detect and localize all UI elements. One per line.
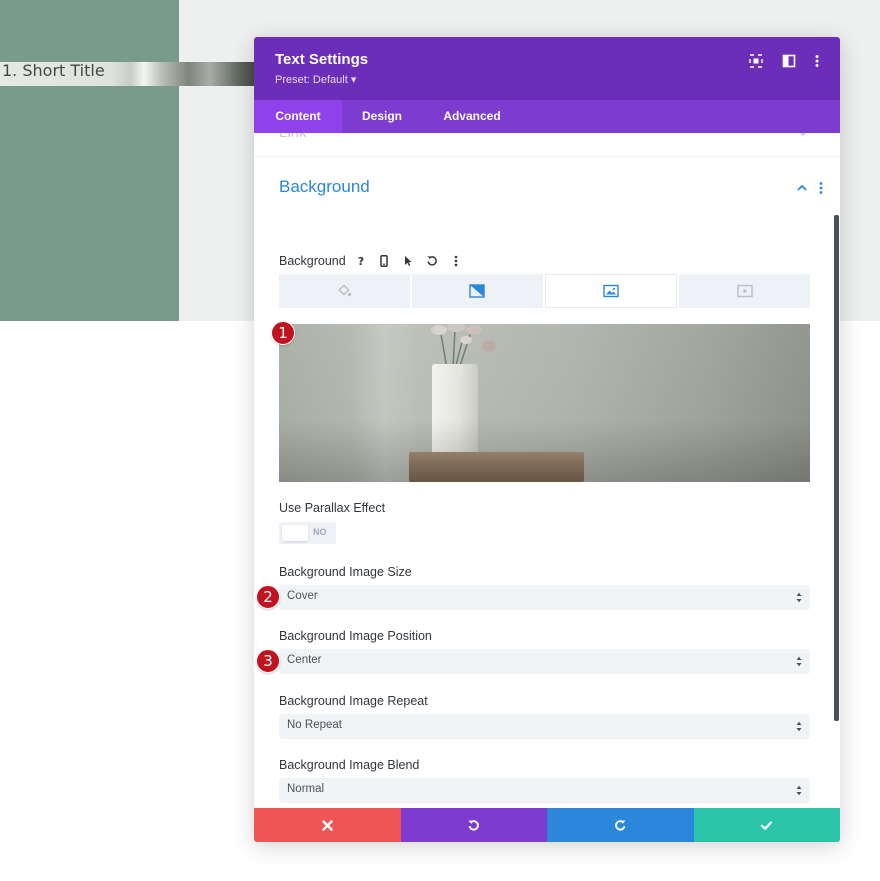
settings-scroll-area[interactable]: Link Background Background ? xyxy=(254,133,840,808)
image-blend-label: Background Image Blend xyxy=(279,758,420,772)
toggle-state: NO xyxy=(313,527,327,537)
select-arrows-icon xyxy=(796,785,802,796)
tab-content[interactable]: Content xyxy=(254,100,342,133)
builder-canvas: 1. Short Title Text Settings Preset: Def… xyxy=(0,0,880,881)
settings-tabs: Content Design Advanced xyxy=(254,100,840,133)
reset-icon[interactable] xyxy=(423,252,441,270)
image-blend-select[interactable]: Normal xyxy=(279,778,810,803)
select-arrows-icon xyxy=(796,656,802,667)
image-shade xyxy=(279,324,810,482)
select-value: No Repeat xyxy=(287,719,342,731)
image-size-label: Background Image Size xyxy=(279,565,412,579)
more-vertical-icon[interactable] xyxy=(447,252,465,270)
toggle-knob xyxy=(282,525,308,541)
bg-video-tab[interactable] xyxy=(679,274,810,308)
color-fill-icon xyxy=(338,284,352,297)
select-arrows-icon xyxy=(796,721,802,732)
background-type-tabs xyxy=(279,274,810,308)
mobile-icon[interactable] xyxy=(375,252,393,270)
green-column-block xyxy=(0,0,179,321)
select-arrows-icon xyxy=(796,592,802,603)
video-icon xyxy=(736,284,753,298)
image-repeat-select[interactable]: No Repeat xyxy=(279,714,810,739)
redo-button[interactable] xyxy=(547,808,694,842)
save-button[interactable] xyxy=(693,808,840,842)
text-settings-modal: Text Settings Preset: Default ▾ Content … xyxy=(254,37,840,842)
select-value: Normal xyxy=(287,783,325,795)
chevron-up-icon[interactable] xyxy=(796,183,808,193)
tab-design[interactable]: Design xyxy=(342,100,422,133)
scrollbar-thumb[interactable] xyxy=(834,215,839,721)
short-title-text[interactable]: 1. Short Title xyxy=(2,61,105,81)
undo-button[interactable] xyxy=(400,808,547,842)
close-icon xyxy=(322,819,333,831)
image-size-select[interactable]: Cover xyxy=(279,585,810,610)
gradient-icon xyxy=(469,284,485,298)
undo-icon xyxy=(468,819,480,831)
step-marker-3: 3 xyxy=(256,649,280,673)
modal-header: Text Settings Preset: Default ▾ xyxy=(254,37,840,100)
svg-text:?: ? xyxy=(358,255,364,267)
check-icon xyxy=(761,820,773,830)
chevron-down-icon xyxy=(799,133,807,137)
modal-title: Text Settings xyxy=(275,51,369,68)
help-icon[interactable]: ? xyxy=(352,252,370,270)
background-section-title[interactable]: Background xyxy=(279,177,370,197)
split-view-icon[interactable] xyxy=(779,51,799,71)
link-section-header[interactable]: Link xyxy=(279,133,307,141)
more-vertical-icon[interactable] xyxy=(807,51,827,71)
image-position-select[interactable]: Center xyxy=(279,649,810,674)
bg-gradient-tab[interactable] xyxy=(411,274,543,308)
select-value: Center xyxy=(287,654,322,666)
more-vertical-icon[interactable] xyxy=(816,180,826,196)
tab-advanced[interactable]: Advanced xyxy=(422,100,522,133)
focus-icon[interactable] xyxy=(746,51,766,71)
select-value: Cover xyxy=(287,590,318,602)
parallax-label: Use Parallax Effect xyxy=(279,501,386,515)
parallax-toggle[interactable]: NO xyxy=(279,522,336,544)
image-repeat-label: Background Image Repeat xyxy=(279,694,428,708)
redo-icon xyxy=(614,819,626,831)
step-marker-1: 1 xyxy=(271,321,295,345)
discard-button[interactable] xyxy=(254,808,401,842)
bg-color-tab[interactable] xyxy=(279,274,410,308)
image-position-label: Background Image Position xyxy=(279,629,432,643)
background-label: Background xyxy=(279,254,346,268)
preset-dropdown[interactable]: Preset: Default ▾ xyxy=(275,73,356,86)
modal-footer xyxy=(254,808,840,842)
bg-image-tab[interactable] xyxy=(544,274,678,308)
hover-pointer-icon[interactable] xyxy=(399,252,417,270)
image-icon xyxy=(603,284,619,298)
background-image-preview[interactable] xyxy=(279,324,810,482)
section-divider xyxy=(254,156,840,157)
step-marker-2: 2 xyxy=(256,585,280,609)
